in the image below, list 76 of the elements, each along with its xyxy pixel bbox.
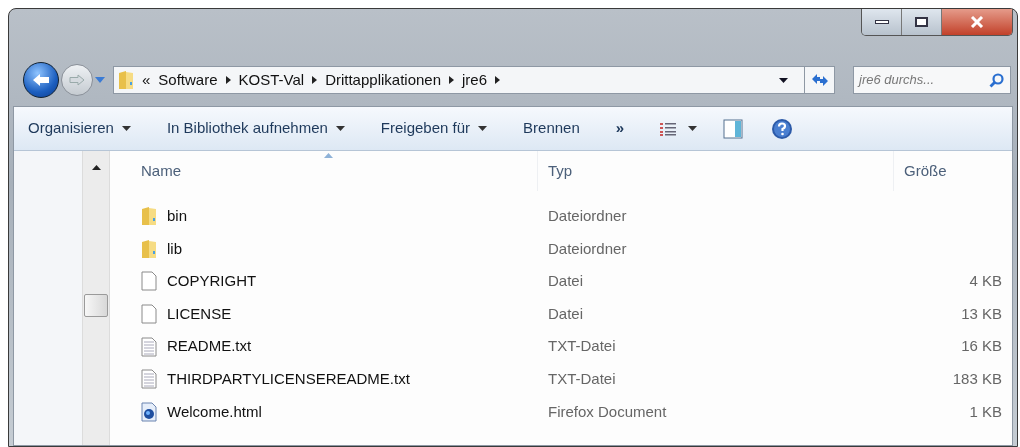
text-file-icon	[141, 336, 157, 357]
dropdown-arrow-icon[interactable]	[779, 77, 788, 83]
folder-icon	[118, 70, 134, 90]
folder-icon	[141, 206, 157, 227]
scrollbar[interactable]	[82, 151, 110, 445]
file-row[interactable]: lib Dateiordner	[110, 232, 1012, 266]
file-type: TXT-Datei	[547, 369, 617, 389]
file-name: COPYRIGHT	[167, 271, 257, 292]
details-view-icon	[660, 121, 677, 136]
file-icon	[141, 304, 157, 325]
folder-icon	[141, 238, 157, 259]
search-field[interactable]: jre6 durchs...	[853, 66, 1011, 94]
address-bar[interactable]: « Software KOST-Val Drittapplikationen jre6	[113, 66, 835, 94]
refresh-arrows-icon	[810, 73, 829, 87]
file-row[interactable]: COPYRIGHT Datei 4 KB	[110, 265, 1012, 298]
file-name: LICENSE	[167, 303, 232, 324]
caret-icon	[121, 126, 131, 131]
file-row[interactable]: bin Dateiordner	[110, 200, 1012, 233]
file-name: README.txt	[167, 336, 252, 357]
file-row[interactable]: Welcome.html Firefox Document 1 KB	[110, 395, 1012, 429]
minimize-button[interactable]	[862, 9, 902, 35]
breadcrumb-arrow-icon[interactable]	[449, 76, 455, 84]
file-type: Datei	[547, 303, 585, 324]
breadcrumb-arrow-icon[interactable]	[225, 76, 231, 84]
caret-icon	[335, 126, 345, 131]
column-header[interactable]: Name	[110, 151, 537, 191]
file-size: 4 KB	[969, 271, 1002, 292]
web-document-icon	[141, 401, 157, 422]
file-icon	[141, 271, 157, 292]
column-header[interactable]: Größe	[894, 151, 1012, 191]
scroll-up-icon[interactable]	[91, 165, 101, 170]
more-commands-chevron[interactable]: »	[615, 117, 625, 140]
view-options-button[interactable]	[660, 121, 698, 136]
file-name: bin	[167, 206, 188, 227]
toolbar-menu[interactable]: Freigeben für	[380, 117, 488, 140]
file-size: 16 KB	[961, 336, 1002, 357]
file-row[interactable]: THIRDPARTYLICENSEREADME.txt TXT-Datei 183 KB	[110, 362, 1012, 396]
breadcrumb[interactable]: Software	[158, 68, 218, 92]
close-button[interactable]	[942, 9, 1012, 35]
breadcrumb[interactable]: jre6	[462, 68, 488, 92]
toolbar-menu[interactable]: Brennen	[523, 117, 580, 140]
caret-icon	[478, 126, 488, 131]
breadcrumb[interactable]: KOST-Val	[238, 68, 305, 92]
overflow-chevron[interactable]: «	[142, 68, 151, 92]
file-name: THIRDPARTYLICENSEREADME.txt	[167, 369, 410, 389]
maximize-button[interactable]	[902, 9, 942, 35]
scrollbar-thumb[interactable]	[84, 294, 108, 317]
left-arrow-icon	[32, 73, 50, 87]
column-header[interactable]: Typ	[537, 151, 894, 191]
minimize-icon	[874, 20, 889, 24]
toolbar-menu[interactable]: Organisieren	[28, 117, 131, 140]
file-type: TXT-Datei	[547, 336, 617, 357]
file-row[interactable]: README.txt TXT-Datei 16 KB	[110, 330, 1012, 363]
caret-icon	[688, 126, 698, 131]
file-size: 13 KB	[961, 303, 1002, 324]
file-name: lib	[167, 238, 182, 259]
toolbar-menu[interactable]: In Bibliothek aufnehmen	[166, 117, 345, 140]
breadcrumb-arrow-icon[interactable]	[495, 76, 501, 84]
text-file-icon	[141, 369, 157, 390]
breadcrumb-arrow-icon[interactable]	[312, 76, 318, 84]
file-type: Datei	[547, 271, 585, 292]
sort-ascending-icon	[323, 153, 333, 158]
file-type: Dateiordner	[547, 206, 628, 227]
file-row[interactable]: LICENSE Datei 13 KB	[110, 297, 1012, 331]
close-icon	[970, 16, 984, 28]
maximize-icon	[915, 17, 928, 27]
breadcrumb[interactable]: Drittapplikationen	[325, 68, 442, 92]
file-size: 1 KB	[969, 401, 1002, 422]
right-arrow-icon	[69, 74, 85, 86]
file-size: 183 KB	[952, 369, 1002, 389]
back-button[interactable]	[23, 62, 59, 98]
file-type: Dateiordner	[547, 238, 628, 259]
search-icon	[989, 72, 1004, 88]
help-icon[interactable]	[771, 117, 794, 140]
file-type: Firefox Document	[547, 401, 668, 422]
file-name: Welcome.html	[167, 401, 262, 422]
